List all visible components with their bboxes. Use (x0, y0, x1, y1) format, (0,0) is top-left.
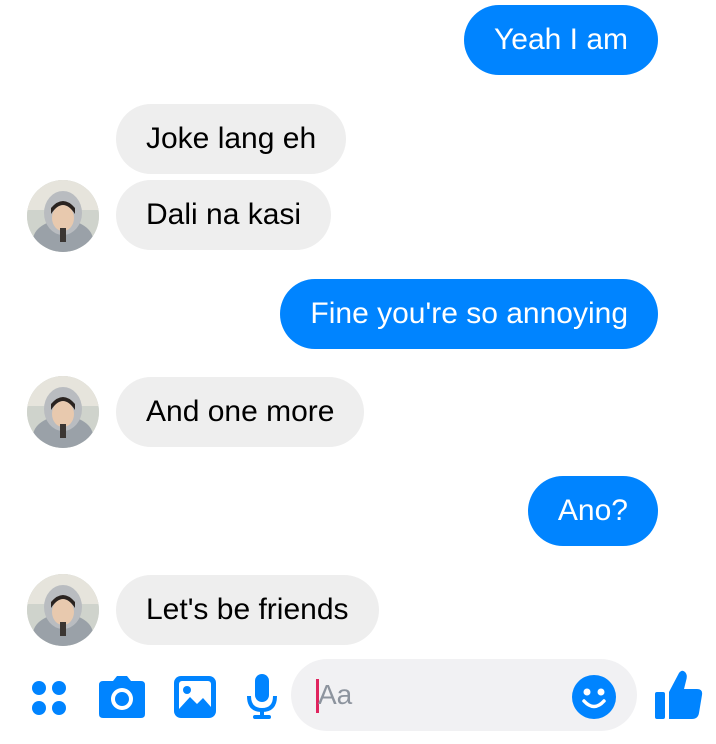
avatar-image (27, 574, 99, 646)
message-bubble-incoming[interactable]: Let's be friends (116, 575, 379, 645)
avatar-image (27, 180, 99, 252)
avatar-image (27, 376, 99, 448)
message-composer-input[interactable]: Aa (291, 659, 637, 731)
message-bubble-incoming[interactable]: And one more (116, 377, 365, 447)
message-bubble-incoming[interactable]: Dali na kasi (116, 180, 332, 250)
emoji-icon[interactable] (572, 675, 616, 724)
message-bubble-outgoing[interactable]: Ano? (527, 476, 658, 546)
microphone-icon[interactable] (247, 674, 277, 725)
message-bubble-outgoing[interactable]: Yeah I am (464, 5, 658, 75)
like-thumbs-up-icon[interactable] (655, 670, 703, 725)
contact-avatar[interactable] (27, 376, 99, 448)
more-apps-icon[interactable] (31, 680, 67, 721)
camera-icon[interactable] (99, 676, 145, 723)
contact-avatar[interactable] (27, 180, 99, 252)
contact-avatar[interactable] (27, 574, 99, 646)
composer-placeholder: Aa (318, 679, 353, 710)
message-bubble-incoming[interactable]: Joke lang eh (116, 104, 347, 174)
message-bubble-outgoing[interactable]: Fine you're so annoying (280, 279, 658, 349)
gallery-icon[interactable] (174, 676, 216, 723)
